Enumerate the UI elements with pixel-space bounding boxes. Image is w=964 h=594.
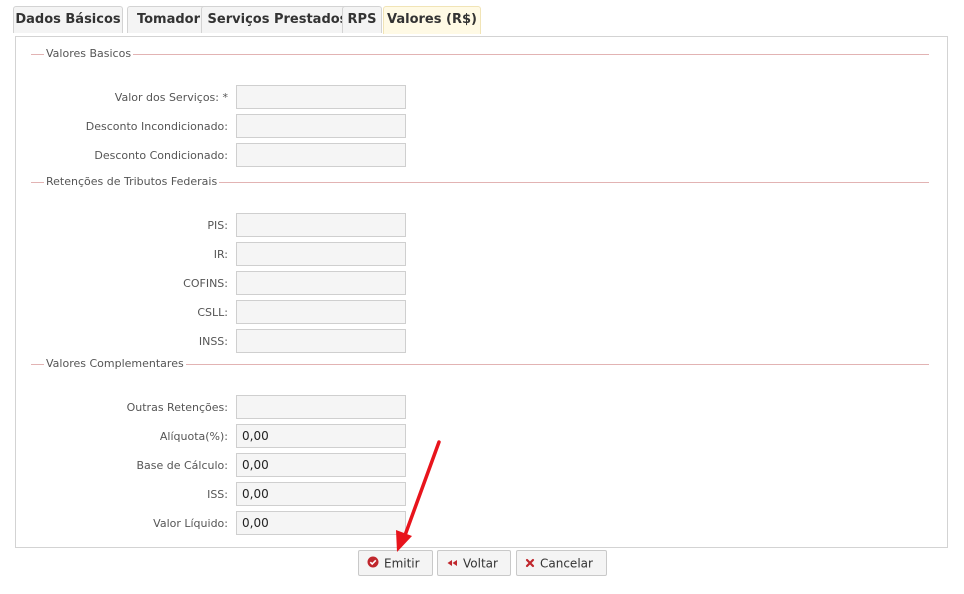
field-label-inss: INSS: bbox=[198, 335, 228, 348]
emitir-button[interactable]: Emitir bbox=[358, 550, 433, 576]
csll-input[interactable] bbox=[236, 300, 406, 324]
field-label-outras-retencoes: Outras Retenções: bbox=[126, 401, 228, 414]
field-label-csll: CSLL: bbox=[197, 306, 228, 319]
cancelar-button[interactable]: Cancelar bbox=[516, 550, 607, 576]
iss-input[interactable] bbox=[236, 482, 406, 506]
field-label-desconto-condicionado: Desconto Condicionado: bbox=[94, 149, 228, 162]
section-title-retencoes: Retenções de Tributos Federais bbox=[44, 175, 220, 189]
field-label-iss: ISS: bbox=[207, 488, 228, 501]
section-title-valores-basicos: Valores Basicos bbox=[44, 47, 134, 61]
valor-liquido-input[interactable] bbox=[236, 511, 406, 535]
field-label-aliquota: Alíquota(%): bbox=[159, 430, 228, 443]
ir-input[interactable] bbox=[236, 242, 406, 266]
emitir-label: Emitir bbox=[384, 556, 420, 571]
field-label-ir: IR: bbox=[213, 248, 228, 261]
tab-rps[interactable]: RPS bbox=[342, 6, 382, 33]
aliquota-input[interactable] bbox=[236, 424, 406, 448]
voltar-button[interactable]: Voltar bbox=[437, 550, 511, 576]
field-label-pis: PIS: bbox=[207, 219, 228, 232]
section-divider bbox=[31, 54, 929, 55]
pis-input[interactable] bbox=[236, 213, 406, 237]
voltar-label: Voltar bbox=[463, 556, 498, 571]
tab-valores[interactable]: Valores (R$) bbox=[383, 6, 481, 34]
field-label-valor-servicos: Valor dos Serviços: * bbox=[114, 91, 228, 104]
section-title-valores-complementares: Valores Complementares bbox=[44, 357, 186, 371]
field-label-cofins: COFINS: bbox=[183, 277, 228, 290]
rewind-icon bbox=[446, 552, 458, 576]
tab-servicos-prestados[interactable]: Serviços Prestados bbox=[201, 6, 354, 33]
inss-input[interactable] bbox=[236, 329, 406, 353]
tab-tomador[interactable]: Tomador bbox=[127, 6, 210, 33]
base-calculo-input[interactable] bbox=[236, 453, 406, 477]
valor-servicos-input[interactable] bbox=[236, 85, 406, 109]
cofins-input[interactable] bbox=[236, 271, 406, 295]
tab-dados-basicos[interactable]: Dados Básicos bbox=[13, 6, 123, 33]
desconto-condicionado-input[interactable] bbox=[236, 143, 406, 167]
check-circle-icon bbox=[367, 552, 379, 576]
outras-retencoes-input[interactable] bbox=[236, 395, 406, 419]
field-label-base-calculo: Base de Cálculo: bbox=[136, 459, 228, 472]
field-label-desconto-incondicionado: Desconto Incondicionado: bbox=[85, 120, 228, 133]
desconto-incondicionado-input[interactable] bbox=[236, 114, 406, 138]
cancelar-label: Cancelar bbox=[540, 556, 593, 571]
field-label-valor-liquido: Valor Líquido: bbox=[153, 517, 228, 530]
close-icon bbox=[525, 552, 535, 576]
